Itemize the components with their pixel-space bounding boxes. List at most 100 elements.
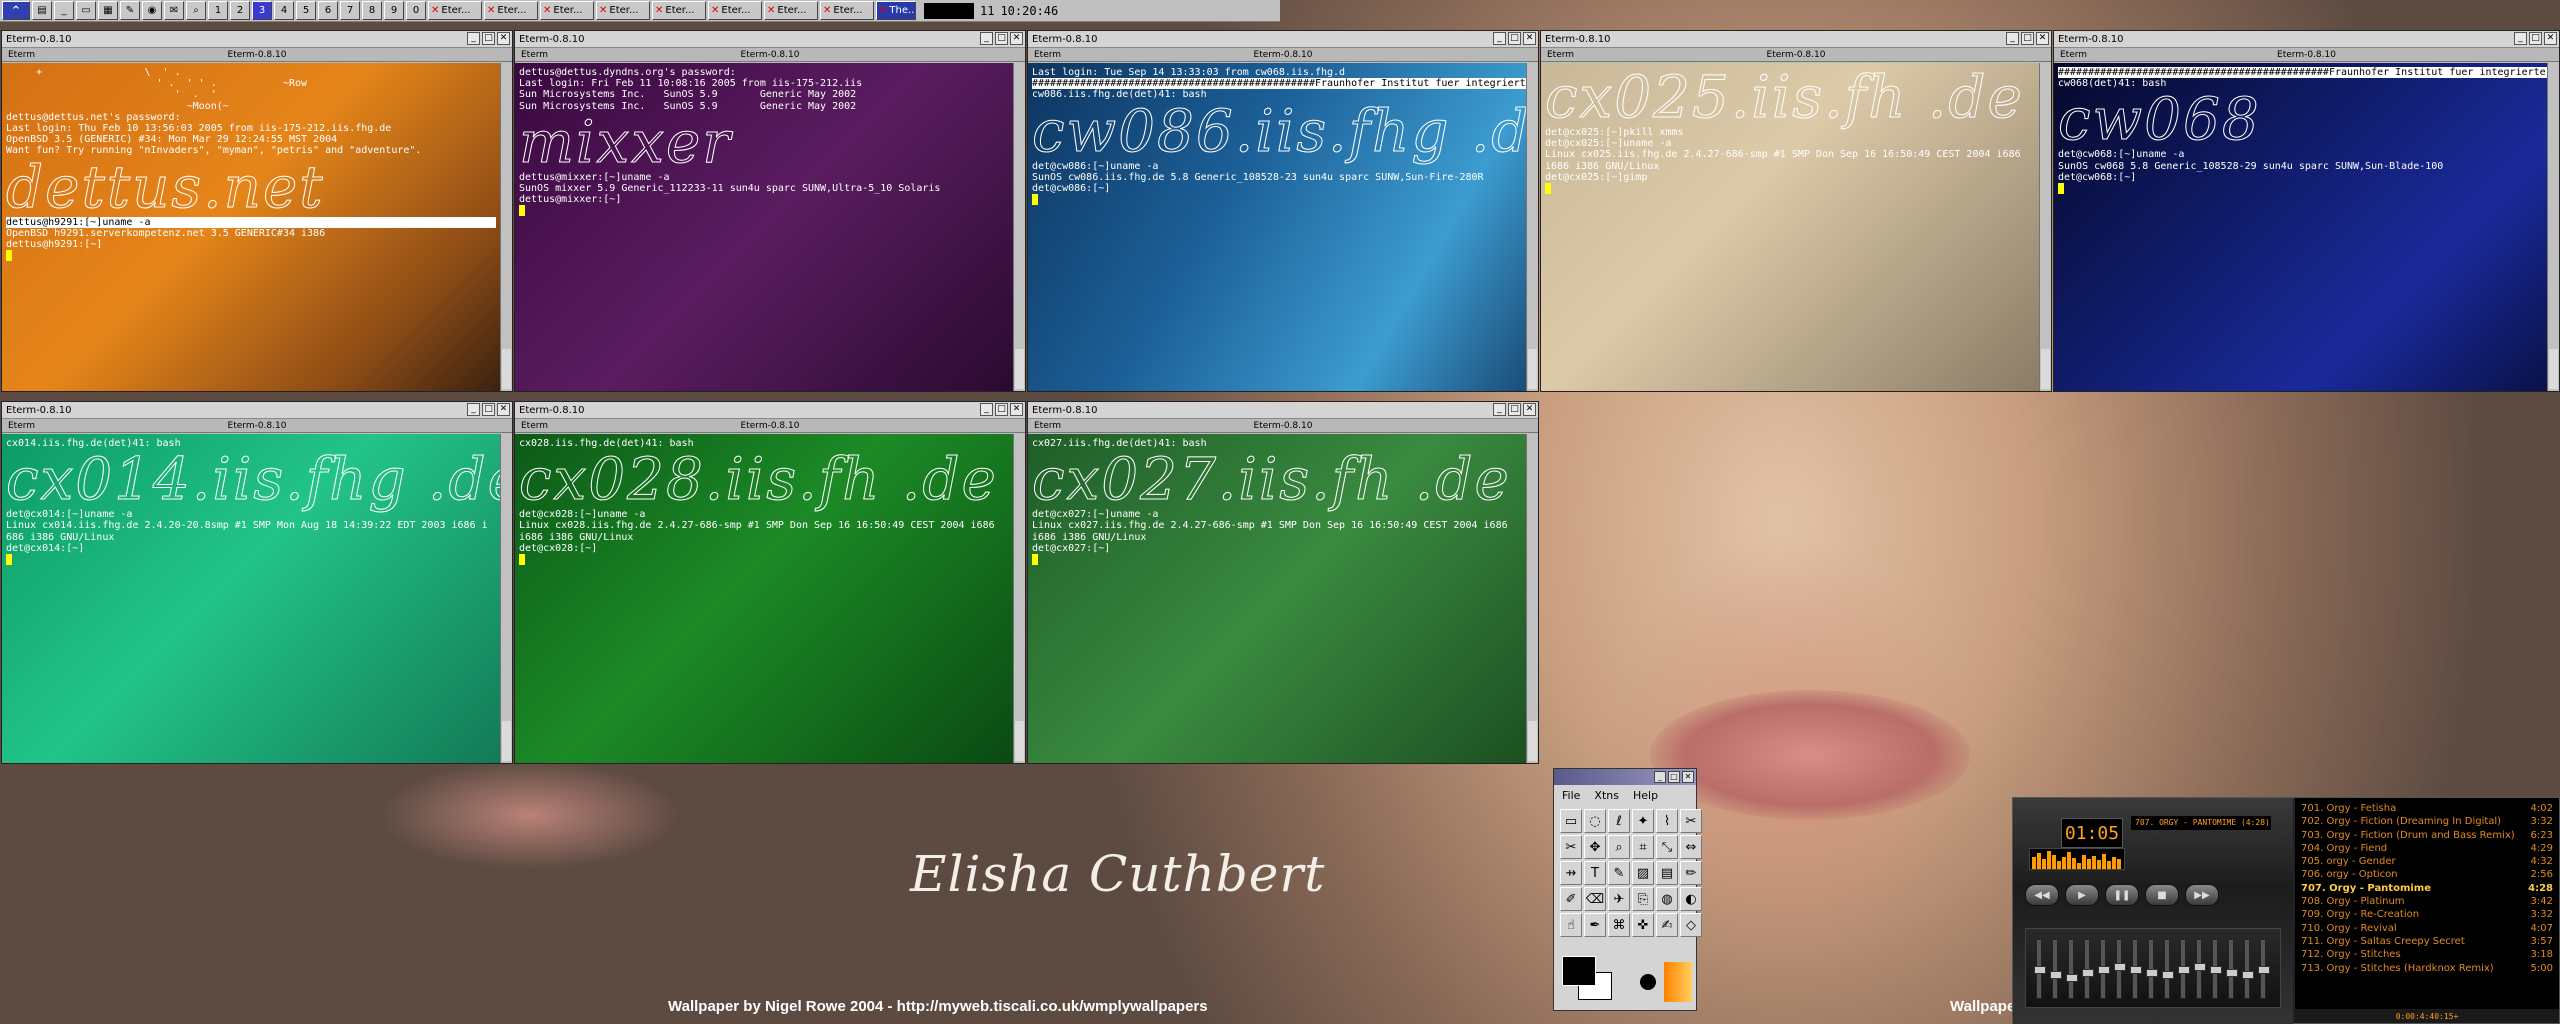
maximize-icon[interactable]: □ (1508, 32, 1521, 45)
playlist-item[interactable]: 710. Orgy - Revival 4:07 (2301, 922, 2553, 935)
play-icon[interactable]: ▶ (2065, 884, 2099, 906)
start-menu-icon[interactable]: ^ (2, 1, 30, 20)
measure-icon[interactable]: ⇸ (1560, 861, 1582, 885)
minimize-icon[interactable]: _ (980, 403, 993, 416)
scrollbar-thumb[interactable] (502, 721, 511, 761)
eq-slider[interactable] (2066, 939, 2078, 999)
eq-slider[interactable] (2050, 939, 2062, 999)
scrollbar[interactable] (1013, 434, 1025, 763)
scrollbar[interactable] (2039, 63, 2051, 391)
eq-knob[interactable] (2146, 969, 2158, 977)
launcher-browser-icon[interactable]: ◉ (142, 1, 162, 20)
magic-wand-icon[interactable]: ✦ (1632, 809, 1654, 833)
window-titlebar[interactable]: Eterm-0.8.10 _ □ ✕ (1028, 31, 1538, 48)
eq-knob[interactable] (2066, 974, 2078, 982)
playlist-item[interactable]: 709. Orgy - Re-Creation 3:32 (2301, 908, 2553, 921)
ellipse-select-icon[interactable]: ◌ (1584, 809, 1606, 833)
pencil-icon[interactable]: ✏ (1680, 861, 1702, 885)
eq-slider[interactable] (2162, 939, 2174, 999)
maximize-icon[interactable]: □ (1668, 771, 1680, 783)
eq-slider[interactable] (2210, 939, 2222, 999)
eq-slider[interactable] (2098, 939, 2110, 999)
scrollbar[interactable] (2547, 63, 2559, 391)
playlist-item[interactable]: 701. Orgy - Fetisha 4:02 (2301, 802, 2553, 815)
gimp-titlebar[interactable]: _ □ ✕ (1554, 769, 1696, 785)
scrollbar[interactable] (1526, 63, 1538, 391)
playlist-item[interactable]: 706. orgy - Opticon 2:56 (2301, 868, 2553, 881)
scrollbar[interactable] (500, 434, 512, 763)
gimp-menu-xtns[interactable]: Xtns (1594, 789, 1619, 802)
terminal-output[interactable]: + \ ' . ' . ' ' . ~Row ' . ' ~Moon(~ dett… (2, 63, 500, 391)
close-icon[interactable]: ✕ (1523, 32, 1536, 45)
eq-knob[interactable] (2082, 969, 2094, 977)
launcher-search-icon[interactable]: ⌕ (186, 1, 206, 20)
flip-icon[interactable]: ⇔ (1680, 835, 1702, 859)
task-button-active[interactable]: ✕ The... (876, 1, 916, 20)
next-icon[interactable]: ▶▶ (2185, 884, 2219, 906)
maximize-icon[interactable]: □ (482, 403, 495, 416)
window-titlebar[interactable]: Eterm-0.8.10 _ □ ✕ (1028, 402, 1538, 419)
desktop-button-3[interactable]: 3 (252, 1, 272, 20)
window-list-icon[interactable]: ▤ (32, 1, 52, 20)
path-icon[interactable]: ⌘ (1608, 913, 1630, 937)
launcher-files-icon[interactable]: ▦ (98, 1, 118, 20)
stop-icon[interactable]: ■ (2145, 884, 2179, 906)
desktop-button-1[interactable]: 1 (208, 1, 228, 20)
scissors-icon[interactable]: ✂ (1680, 809, 1702, 833)
scrollbar-thumb[interactable] (1015, 349, 1024, 389)
eq-knob[interactable] (2242, 971, 2254, 979)
clone-icon[interactable]: ⎘ (1632, 887, 1654, 911)
eq-knob[interactable] (2050, 971, 2062, 979)
ink-icon[interactable]: ✒ (1584, 913, 1606, 937)
playlist-item[interactable]: 702. Orgy - Fiction (Dreaming In Digital… (2301, 815, 2553, 828)
eq-knob[interactable] (2258, 966, 2270, 974)
foreground-color[interactable] (1562, 956, 1596, 986)
task-button-eterm[interactable]: ✕ Eter... (428, 1, 482, 20)
minimize-icon[interactable]: _ (467, 403, 480, 416)
gradient-preview[interactable] (1664, 962, 1692, 1002)
close-icon[interactable]: ✕ (1010, 32, 1023, 45)
minimize-icon[interactable]: _ (2006, 32, 2019, 45)
close-icon[interactable]: ✕ (1010, 403, 1023, 416)
scrollbar[interactable] (500, 63, 512, 391)
maximize-icon[interactable]: □ (482, 32, 495, 45)
terminal-output[interactable]: cx027.iis.fhg.de(det)41: bash cx027.iis.f… (1028, 434, 1526, 763)
text-icon[interactable]: T (1584, 861, 1606, 885)
bucket-fill-icon[interactable]: ▨ (1632, 861, 1654, 885)
eq-slider[interactable] (2114, 939, 2126, 999)
desktop-button-8[interactable]: 8 (362, 1, 382, 20)
scrollbar-thumb[interactable] (1015, 721, 1024, 761)
task-button-eterm[interactable]: ✕ Eter... (820, 1, 874, 20)
minimize-icon[interactable]: _ (1493, 403, 1506, 416)
maximize-icon[interactable]: □ (1508, 403, 1521, 416)
task-button-eterm[interactable]: ✕ Eter... (540, 1, 594, 20)
free-icon[interactable]: ✜ (1632, 913, 1654, 937)
playlist-item[interactable]: 708. Orgy - Platinum 3:42 (2301, 895, 2553, 908)
eq-knob[interactable] (2162, 971, 2174, 979)
rect-select-icon[interactable]: ▭ (1560, 809, 1582, 833)
minimize-icon[interactable]: _ (980, 32, 993, 45)
terminal-output[interactable]: Last login: Tue Sep 14 13:33:03 from cw0… (1028, 63, 1526, 391)
maximize-icon[interactable]: □ (2529, 32, 2542, 45)
playlist-item[interactable]: 703. Orgy - Fiction (Drum and Bass Remix… (2301, 829, 2553, 842)
scrollbar[interactable] (1013, 63, 1025, 391)
eq-slider[interactable] (2082, 939, 2094, 999)
playlist-item[interactable]: 704. Orgy - Fiend 4:29 (2301, 842, 2553, 855)
airbrush-icon[interactable]: ✈ (1608, 887, 1630, 911)
minimize-icon[interactable]: _ (1654, 771, 1666, 783)
window-titlebar[interactable]: Eterm-0.8.10 _ □ ✕ (1541, 31, 2051, 48)
previous-icon[interactable]: ◀◀ (2025, 884, 2059, 906)
brush-preview[interactable] (1634, 962, 1662, 1002)
eq-slider[interactable] (2130, 939, 2142, 999)
window-titlebar[interactable]: Eterm-0.8.10 _ □ ✕ (2054, 31, 2559, 48)
eraser-icon[interactable]: ⌫ (1584, 887, 1606, 911)
terminal-output[interactable]: ########################################… (2054, 63, 2547, 391)
gimp-menu-file[interactable]: File (1562, 789, 1580, 802)
gimp-menu-help[interactable]: Help (1633, 789, 1658, 802)
eq-slider[interactable] (2034, 939, 2046, 999)
launcher-editor-icon[interactable]: ✎ (120, 1, 140, 20)
move-icon[interactable]: ✥ (1584, 835, 1606, 859)
transform-icon[interactable]: ⤡ (1656, 835, 1678, 859)
scrollbar[interactable] (1526, 434, 1538, 763)
task-button-eterm[interactable]: ✕ Eter... (652, 1, 706, 20)
